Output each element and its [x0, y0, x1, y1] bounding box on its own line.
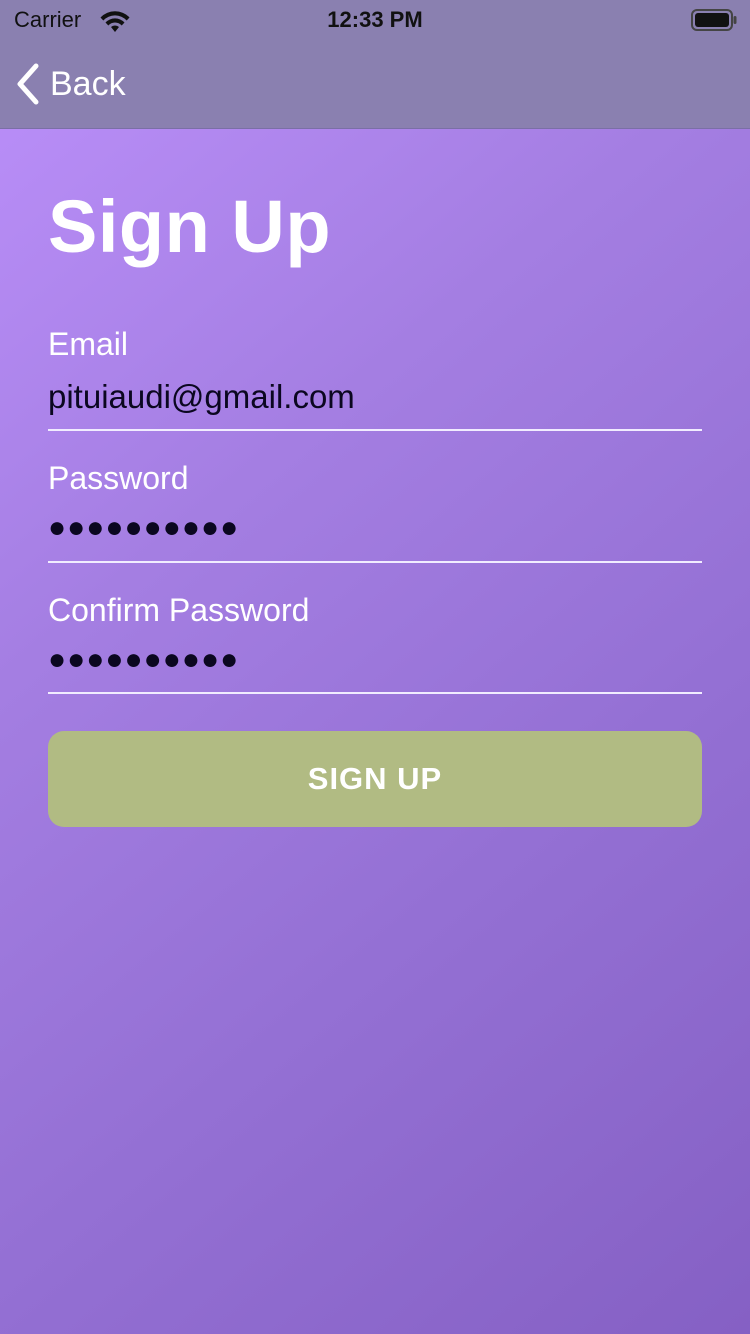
sign-up-button-label: SIGN UP: [307, 761, 443, 796]
page-title: Sign Up: [48, 185, 332, 268]
sign-up-button[interactable]: SIGN UP: [48, 731, 702, 827]
email-label: Email: [48, 326, 129, 362]
password-underline: [48, 561, 702, 563]
back-button[interactable]: Back: [14, 60, 126, 108]
status-time: 12:33 PM: [327, 7, 423, 32]
email-underline: [48, 429, 702, 431]
confirm-password-field[interactable]: ●●●●●●●●●●: [48, 640, 702, 680]
password-label: Password: [48, 460, 189, 496]
navigation-bar: Back: [0, 40, 750, 129]
password-field[interactable]: ●●●●●●●●●●: [48, 508, 702, 548]
chevron-left-icon: [17, 63, 39, 105]
confirm-password-label: Confirm Password: [48, 592, 310, 628]
back-label: Back: [50, 64, 126, 103]
confirm-password-underline: [48, 692, 702, 694]
sign-up-screen: Carrier 12:33 PM Back Sign Up Email pitu…: [0, 0, 750, 1334]
email-field[interactable]: pituiaudi@gmail.com: [48, 377, 702, 417]
battery-icon: [691, 9, 737, 31]
status-bar: Carrier 12:33 PM: [0, 0, 750, 40]
